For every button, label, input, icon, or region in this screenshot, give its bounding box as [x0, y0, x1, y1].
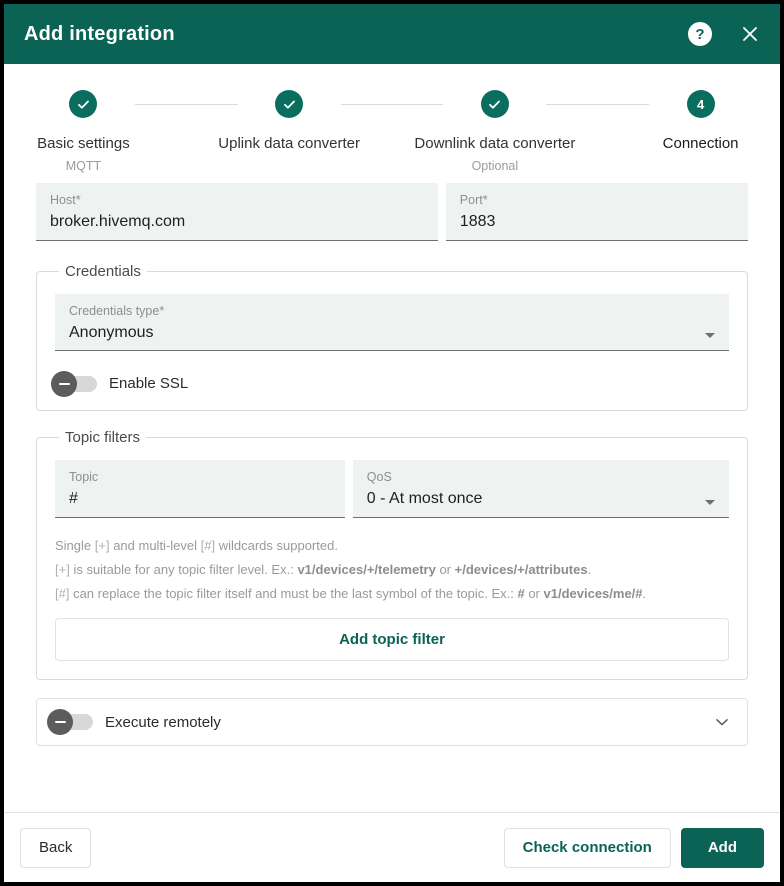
- toggle-thumb-minus-icon: [47, 709, 73, 736]
- enable-ssl-toggle[interactable]: [51, 370, 97, 397]
- execute-remotely-row[interactable]: Execute remotely: [47, 709, 713, 736]
- qos-label: QoS: [366, 470, 392, 485]
- host-field[interactable]: Host* broker.hivemq.com: [36, 183, 438, 241]
- execute-remotely-label: Execute remotely: [105, 713, 221, 731]
- step-2-label: Uplink data converter: [218, 135, 361, 152]
- toggle-thumb-minus-icon: [51, 370, 77, 397]
- add-topic-filter-button[interactable]: Add topic filter: [55, 618, 729, 662]
- step-3-completed-icon: [480, 90, 509, 118]
- topic-qos-row: Topic # QoS 0 - At most once: [55, 460, 730, 518]
- page-title: Add integration: [24, 22, 175, 45]
- topic-label: Topic: [69, 470, 99, 485]
- help-circle-icon[interactable]: ?: [688, 22, 712, 46]
- step-4-number: 4: [686, 90, 715, 118]
- step-2-completed-icon: [275, 90, 304, 118]
- add-button[interactable]: Add: [680, 827, 764, 868]
- enable-ssl-row[interactable]: Enable SSL: [51, 370, 729, 397]
- wizard-stepper: Basic settings MQTT Uplink data converte…: [4, 64, 780, 177]
- chevron-down-icon[interactable]: [713, 713, 731, 731]
- close-icon[interactable]: [738, 22, 762, 46]
- hint-line-2: [+] is suitable for any topic filter lev…: [55, 561, 592, 577]
- credentials-legend: Credentials: [65, 262, 141, 280]
- topic-field[interactable]: Topic #: [55, 460, 345, 518]
- add-integration-dialog: Add integration ? Basic settings MQTT Up…: [4, 4, 780, 882]
- host-value: broker.hivemq.com: [50, 213, 186, 230]
- execute-remotely-panel[interactable]: Execute remotely: [36, 698, 748, 747]
- step-3-sublabel: Optional: [471, 159, 519, 173]
- host-label: Host*: [50, 193, 81, 207]
- credentials-type-value: Anonymous: [69, 323, 154, 341]
- qos-select[interactable]: QoS 0 - At most once: [352, 460, 730, 518]
- step-1-label: Basic settings: [37, 135, 130, 152]
- credentials-type-label: Credentials type*: [69, 303, 165, 318]
- step-3-label: Downlink data converter: [414, 135, 576, 152]
- dialog-content: Host* broker.hivemq.com Port* 1883 Crede…: [4, 177, 780, 812]
- step-connection[interactable]: 4 Connection: [649, 90, 752, 173]
- step-1-completed-icon: [69, 90, 98, 118]
- hint-line-3: [#] can replace the topic filter itself …: [55, 586, 647, 602]
- topic-value: #: [69, 490, 78, 508]
- chevron-down-icon[interactable]: [705, 333, 715, 339]
- stepper-row: Basic settings MQTT Uplink data converte…: [4, 90, 780, 173]
- step-downlink-data-converter[interactable]: Downlink data converter Optional: [414, 90, 575, 173]
- port-label: Port*: [459, 193, 488, 207]
- credentials-type-select[interactable]: Credentials type* Anonymous: [55, 293, 729, 352]
- port-field[interactable]: Port* 1883: [445, 183, 749, 241]
- header-actions: ?: [688, 22, 762, 46]
- topic-filters-legend: Topic filters: [65, 429, 141, 447]
- credentials-group: Credentials Credentials type* Anonymous …: [36, 262, 748, 412]
- step-4-label: Connection: [662, 135, 739, 152]
- port-value: 1883: [459, 213, 496, 230]
- qos-value: 0 - At most once: [366, 490, 483, 508]
- step-1-sublabel: MQTT: [65, 159, 102, 173]
- dialog-footer: Back Check connection Add: [4, 812, 780, 882]
- stepper-connector-3: [546, 104, 650, 105]
- stepper-connector-2: [340, 104, 444, 105]
- step-uplink-data-converter[interactable]: Uplink data converter: [218, 90, 360, 173]
- check-connection-button[interactable]: Check connection: [503, 827, 671, 868]
- topic-filters-group: Topic filters Topic # QoS 0 - At most on…: [36, 429, 748, 681]
- topic-filter-hints: Single [+] and multi-level [#] wildcards…: [55, 536, 729, 604]
- step-basic-settings[interactable]: Basic settings MQTT: [32, 90, 135, 173]
- dialog-header: Add integration ?: [4, 4, 780, 64]
- enable-ssl-label: Enable SSL: [109, 375, 189, 393]
- execute-remotely-toggle[interactable]: [47, 709, 93, 736]
- back-button[interactable]: Back: [20, 827, 92, 868]
- chevron-down-icon[interactable]: [705, 499, 716, 505]
- stepper-connector-1: [134, 104, 238, 105]
- hint-line-1: Single [+] and multi-level [#] wildcards…: [55, 537, 338, 553]
- host-port-row: Host* broker.hivemq.com Port* 1883: [36, 183, 749, 241]
